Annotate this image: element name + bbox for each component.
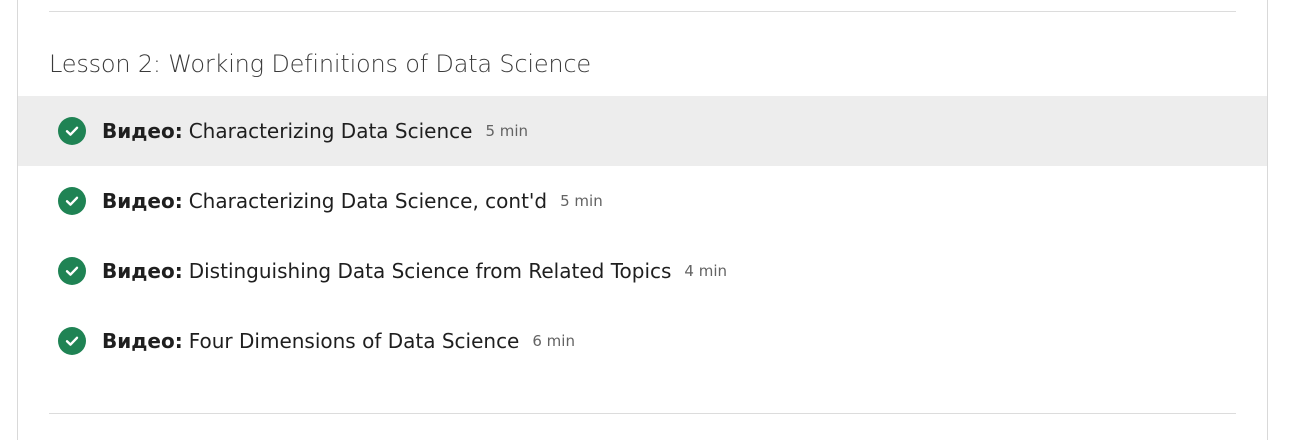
bottom-divider [49,413,1236,414]
item-duration: 5 min [485,122,529,140]
lesson-item[interactable]: Видео: Characterizing Data Science, cont… [18,166,1267,236]
item-title-link[interactable]: Characterizing Data Science [189,119,473,143]
lesson-item[interactable]: Видео: Characterizing Data Science 5 min [18,96,1267,166]
top-divider [49,11,1236,12]
item-duration: 6 min [532,332,575,350]
item-duration: 4 min [684,262,728,280]
item-duration: 5 min [560,192,603,210]
item-type-label: Видео: [102,189,183,213]
lesson-title: Lesson 2: Working Definitions of Data Sc… [49,50,591,78]
check-circle-icon [58,187,86,215]
item-type-label: Видео: [102,329,183,353]
check-circle-icon [58,257,86,285]
lesson-panel: Lesson 2: Working Definitions of Data Sc… [17,0,1268,440]
lesson-item-list: Видео: Characterizing Data Science 5 min… [18,96,1267,376]
item-type-label: Видео: [102,259,183,283]
check-circle-icon [58,327,86,355]
item-title-link[interactable]: Four Dimensions of Data Science [189,329,520,353]
lesson-item[interactable]: Видео: Four Dimensions of Data Science 6… [18,306,1267,376]
item-type-label: Видео: [102,119,183,143]
item-title-link[interactable]: Distinguishing Data Science from Related… [189,259,672,283]
item-title-link[interactable]: Characterizing Data Science, cont'd [189,189,547,213]
check-circle-icon [58,117,86,145]
lesson-item[interactable]: Видео: Distinguishing Data Science from … [18,236,1267,306]
